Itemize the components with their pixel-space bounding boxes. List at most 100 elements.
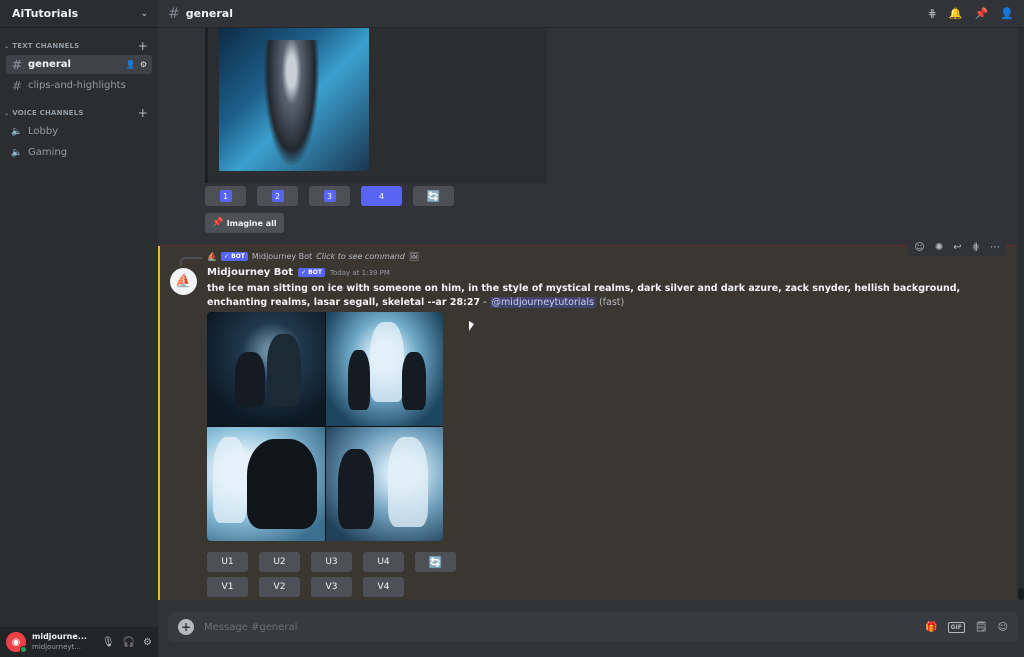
avatar[interactable]: ⛵ [170, 268, 197, 295]
hash-icon: # [11, 57, 23, 72]
message-list: 1 2 3 4 🔄 📌 Imagine all ⛵ ✓ BOT Midjourn… [158, 28, 1016, 600]
speaker-icon: 🔈 [11, 147, 23, 158]
variation-button-4[interactable]: V4 [363, 577, 404, 597]
prompt-separator: - [480, 297, 490, 308]
imagine-all-label: Imagine all [226, 218, 277, 228]
sidebar-item-general[interactable]: # general 👤 ⚙ [6, 55, 152, 74]
reroll-button[interactable]: 🔄 [413, 186, 454, 206]
upscale-buttons: U1 U2 U3 U4 🔄 [207, 552, 456, 572]
message-composer: + 🎁 GIF 🗒 ☺ [168, 612, 1018, 642]
server-name: AiTutorials [12, 7, 79, 20]
message-timestamp: Today at 1:39 PM [329, 268, 390, 277]
user-status: midjourneyt... [32, 643, 81, 651]
sidebar-item-clips-and-highlights[interactable]: # clips-and-highlights [6, 76, 152, 95]
gear-icon[interactable]: ⚙ [140, 60, 147, 69]
invite-icon[interactable]: 👤 [126, 60, 136, 69]
reply-hint: Click to see command [316, 252, 405, 261]
microphone-muted-icon[interactable]: 🎙 [102, 637, 115, 648]
upscale-button-3[interactable]: U3 [311, 552, 352, 572]
reply-author: Midjourney Bot [251, 252, 313, 261]
scrollbar[interactable] [1018, 28, 1024, 600]
upscale-button-1[interactable]: U1 [207, 552, 248, 572]
chevron-down-icon: ⌄ [4, 109, 10, 117]
bell-icon[interactable]: 🔔 [949, 7, 963, 20]
super-reaction-icon[interactable]: ✺ [935, 242, 943, 253]
bot-badge: ✓ BOT [298, 268, 325, 277]
bot-small-avatar-icon: ⛵ [207, 252, 217, 261]
threads-icon[interactable]: ⋕ [928, 7, 937, 20]
message-content: the ice man sitting on ice with someone … [207, 282, 987, 310]
reply-reference[interactable]: ⛵ ✓ BOT Midjourney Bot Click to see comm… [180, 252, 420, 266]
gif-icon[interactable]: GIF [947, 621, 965, 633]
user-panel: ◉ midjourne... midjourneyt... 🎙 🎧 ⚙ [0, 627, 158, 657]
refresh-icon: 🔄 [428, 555, 443, 569]
channel-label: clips-and-highlights [28, 80, 126, 91]
channel-header: # general ⋕ 🔔 📌 👤 [158, 0, 1024, 28]
image-icon: 🖼 [408, 252, 420, 261]
user-mention[interactable]: @midjourneytutorials [489, 297, 596, 308]
bot-message: ⛵ ✓ BOT Midjourney Bot Click to see comm… [158, 246, 1016, 600]
upscale-button-2[interactable]: U2 [259, 552, 300, 572]
refresh-icon: 🔄 [426, 189, 441, 203]
number-button-3[interactable]: 3 [309, 186, 350, 206]
emoji-icon[interactable]: ☺ [998, 622, 1008, 633]
create-thread-icon[interactable]: ⋕ [972, 242, 980, 253]
category-label: VOICE CHANNELS [12, 109, 84, 117]
sidebar-item-lobby[interactable]: 🔈 Lobby [6, 122, 152, 141]
variation-button-1[interactable]: V1 [207, 577, 248, 597]
add-attachment-icon[interactable]: + [178, 619, 194, 635]
previous-image-embed [205, 28, 547, 183]
member-list-icon[interactable]: 👤 [1000, 7, 1014, 20]
image-grid[interactable] [207, 312, 443, 541]
message-hover-toolbar: ☺ ✺ ↩ ⋕ ⋯ [908, 239, 1006, 256]
chevron-down-icon[interactable]: ⌄ [140, 9, 148, 19]
chevron-down-icon: ⌄ [4, 42, 10, 50]
server-header[interactable]: AiTutorials ⌄ [0, 0, 158, 28]
variation-button-2[interactable]: V2 [259, 577, 300, 597]
number-button-2[interactable]: 2 [257, 186, 298, 206]
add-channel-icon[interactable]: + [138, 106, 148, 120]
sidebar-item-gaming[interactable]: 🔈 Gaming [6, 143, 152, 162]
upscale-button-4[interactable]: U4 [363, 552, 404, 572]
grid-image-2 [325, 312, 443, 426]
category-voice-channels[interactable]: ⌄ VOICE CHANNELS + [0, 106, 158, 120]
bot-badge: ✓ BOT [220, 252, 248, 261]
message-author[interactable]: Midjourney Bot [207, 267, 293, 278]
variation-buttons: V1 V2 V3 V4 [207, 577, 404, 597]
grid-image-3 [207, 427, 325, 541]
sticker-icon[interactable]: 🗒 [975, 622, 988, 633]
category-label: TEXT CHANNELS [12, 42, 80, 50]
username: midjourne... [32, 632, 87, 641]
add-channel-icon[interactable]: + [138, 39, 148, 53]
more-options-icon[interactable]: ⋯ [990, 242, 1000, 253]
gift-icon[interactable]: 🎁 [925, 622, 937, 633]
reply-icon[interactable]: ↩ [953, 242, 961, 253]
pin-icon: 📌 [212, 218, 224, 228]
previous-number-buttons: 1 2 3 4 🔄 [205, 186, 454, 206]
channel-label: Lobby [28, 126, 59, 137]
variation-button-3[interactable]: V3 [311, 577, 352, 597]
gear-icon[interactable]: ⚙ [143, 637, 152, 648]
hash-icon: # [11, 78, 23, 93]
generated-image-armored-figure[interactable] [219, 28, 369, 171]
avatar[interactable]: ◉ [6, 632, 27, 653]
pin-icon[interactable]: 📌 [975, 7, 989, 20]
number-button-1[interactable]: 1 [205, 186, 246, 206]
hash-icon: # [168, 5, 180, 22]
channel-label: general [28, 59, 71, 70]
message-input[interactable] [204, 621, 926, 633]
channel-title: general [185, 7, 233, 20]
reroll-button[interactable]: 🔄 [415, 552, 456, 572]
mouse-cursor [469, 321, 474, 331]
add-reaction-icon[interactable]: ☺ [914, 242, 924, 253]
speed-label: (fast) [598, 297, 625, 308]
channel-label: Gaming [28, 147, 68, 158]
channel-sidebar: AiTutorials ⌄ ⌄ TEXT CHANNELS + # general… [0, 0, 158, 657]
number-button-4[interactable]: 4 [361, 186, 402, 206]
grid-image-1 [207, 312, 325, 426]
category-text-channels[interactable]: ⌄ TEXT CHANNELS + [0, 39, 158, 53]
chat-area: # general ⋕ 🔔 📌 👤 1 2 3 4 🔄 📌 Imagine al… [158, 0, 1024, 657]
headphones-icon[interactable]: 🎧 [123, 637, 135, 648]
grid-image-4 [325, 427, 443, 541]
imagine-all-button[interactable]: 📌 Imagine all [205, 213, 284, 233]
